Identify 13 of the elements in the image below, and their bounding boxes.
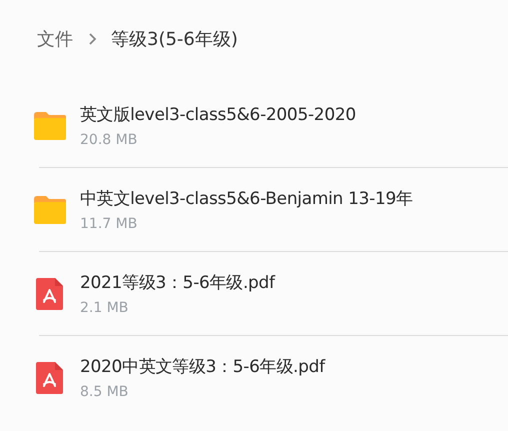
file-size: 2.1 MB [80, 300, 130, 316]
chevron-icon [87, 32, 97, 46]
file-size: 8.5 MB [80, 384, 130, 400]
file-size: 11.7 MB [80, 216, 138, 232]
folder-icon [33, 110, 67, 140]
breadcrumb-item[interactable]: 文件 [37, 27, 73, 51]
file-name[interactable]: 英文版level3-class5&6-2005-2020 [80, 103, 356, 126]
file-name[interactable]: 2020中英文等级3：5-6年级.pdf [80, 355, 325, 378]
file-name[interactable]: 中英文level3-class5&6-Benjamin 13-19年 [80, 187, 413, 210]
breadcrumb-item: 等级3(5-6年级) [111, 28, 238, 51]
folder-icon [33, 194, 67, 224]
file-size: 20.8 MB [80, 132, 138, 148]
file-name[interactable]: 2021等级3：5-6年级.pdf [80, 271, 275, 294]
